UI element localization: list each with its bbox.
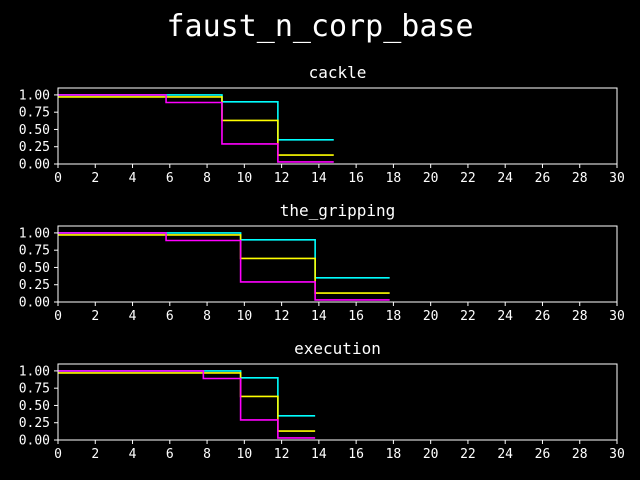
series-line xyxy=(58,234,390,294)
x-tick-label: 16 xyxy=(348,171,364,186)
y-tick-label: 0.00 xyxy=(19,158,50,173)
y-tick-label: 0.25 xyxy=(19,278,50,293)
y-tick-label: 0.50 xyxy=(19,399,50,414)
y-tick-label: 0.00 xyxy=(19,434,50,449)
series-line xyxy=(58,370,316,439)
x-tick-label: 12 xyxy=(274,309,290,324)
x-tick-label: 28 xyxy=(572,171,588,186)
x-tick-label: 18 xyxy=(386,447,402,462)
x-tick-label: 16 xyxy=(348,447,364,462)
subplot-3: execution0 2 4 6 8 10 12 14 16 18 20 22 24 26 28 300.00… xyxy=(19,339,625,462)
subplot-title: cackle xyxy=(309,63,367,82)
y-tick-label: 0.00 xyxy=(19,296,50,311)
x-tick-label: 24 xyxy=(497,309,513,324)
x-tick-label: 12 xyxy=(274,171,290,186)
figure-title: faust_n_corp_base xyxy=(166,9,473,44)
x-tick-label: 18 xyxy=(386,171,402,186)
series-line xyxy=(58,96,334,156)
x-tick-label: 10 xyxy=(237,309,253,324)
axes-frame xyxy=(57,363,618,441)
subplot-1: cackle0 2 4 6 8 10 12 14 16 18 20 22 24 26 28 300.000.2… xyxy=(19,63,625,186)
x-tick-label: 2 xyxy=(91,171,99,186)
x-tick-label: 26 xyxy=(535,309,551,324)
x-tick-label: 30 xyxy=(609,171,625,186)
y-tick-label: 0.25 xyxy=(19,416,50,431)
y-tick-label: 0.50 xyxy=(19,123,50,138)
x-tick-label: 28 xyxy=(572,447,588,462)
x-tick-label: 4 xyxy=(129,309,137,324)
y-tick-label: 1.00 xyxy=(19,88,50,103)
x-tick-label: 24 xyxy=(497,171,513,186)
x-tick-label: 0 xyxy=(54,447,62,462)
y-tick-label: 0.25 xyxy=(19,140,50,155)
subplot-2: the_gripping0 2 4 6 8 10 12 14 16 18 20 22 24 26 28 300… xyxy=(19,201,625,324)
x-tick-label: 0 xyxy=(54,171,62,186)
axes-frame xyxy=(57,225,618,303)
x-tick-label: 30 xyxy=(609,447,625,462)
x-tick-label: 8 xyxy=(203,309,211,324)
x-tick-label: 22 xyxy=(460,447,476,462)
series-line xyxy=(58,94,334,141)
x-tick-label: 16 xyxy=(348,309,364,324)
y-tick-label: 0.75 xyxy=(19,106,50,121)
x-tick-label: 24 xyxy=(497,447,513,462)
series-line xyxy=(58,372,316,432)
x-tick-label: 8 xyxy=(203,171,211,186)
series-line xyxy=(58,370,316,417)
x-tick-label: 18 xyxy=(386,309,402,324)
subplot-title: the_gripping xyxy=(280,201,396,220)
x-tick-label: 6 xyxy=(166,309,174,324)
subplots: cackle0 2 4 6 8 10 12 14 16 18 20 22 24 26 28 300.000.2… xyxy=(19,63,625,462)
y-tick-label: 0.75 xyxy=(19,382,50,397)
x-tick-label: 6 xyxy=(166,171,174,186)
x-tick-label: 4 xyxy=(129,447,137,462)
x-tick-label: 0 xyxy=(54,309,62,324)
x-tick-label: 12 xyxy=(274,447,290,462)
series-line xyxy=(58,232,390,301)
x-tick-label: 20 xyxy=(423,309,439,324)
x-tick-label: 26 xyxy=(535,171,551,186)
x-tick-label: 14 xyxy=(311,309,327,324)
axes-frame xyxy=(57,87,618,165)
x-tick-label: 2 xyxy=(91,447,99,462)
x-tick-label: 4 xyxy=(129,171,137,186)
x-tick-label: 26 xyxy=(535,447,551,462)
x-tick-label: 20 xyxy=(423,171,439,186)
subplot-title: execution xyxy=(294,339,381,358)
y-tick-label: 0.75 xyxy=(19,244,50,259)
series-line xyxy=(58,94,334,163)
figure: faust_n_corp_base cackle0 2 4 6 8 10 12 14 16 18 2… xyxy=(19,9,625,462)
series-line xyxy=(58,232,390,279)
y-tick-label: 0.50 xyxy=(19,261,50,276)
x-tick-label: 10 xyxy=(237,447,253,462)
x-tick-label: 14 xyxy=(311,171,327,186)
y-tick-label: 1.00 xyxy=(19,364,50,379)
x-tick-label: 2 xyxy=(91,309,99,324)
x-tick-label: 14 xyxy=(311,447,327,462)
x-tick-label: 22 xyxy=(460,309,476,324)
x-tick-label: 8 xyxy=(203,447,211,462)
x-tick-label: 22 xyxy=(460,171,476,186)
y-tick-label: 1.00 xyxy=(19,226,50,241)
x-tick-label: 30 xyxy=(609,309,625,324)
x-tick-label: 10 xyxy=(237,171,253,186)
x-tick-label: 20 xyxy=(423,447,439,462)
x-tick-label: 6 xyxy=(166,447,174,462)
x-tick-label: 28 xyxy=(572,309,588,324)
